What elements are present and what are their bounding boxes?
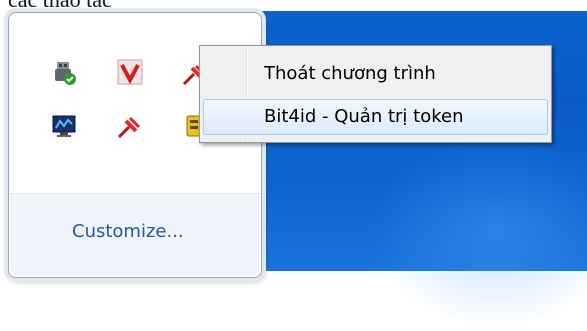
menu-item-exit-program[interactable]: Thoát chương trình (203, 56, 548, 92)
network-monitor-icon[interactable] (50, 112, 78, 140)
customize-link[interactable]: Customize... (72, 221, 184, 242)
red-pin-icon[interactable] (116, 112, 144, 140)
flyout-footer: Customize... (10, 193, 260, 276)
tray-context-menu: Thoát chương trình Bit4id - Quản trị tok… (199, 45, 552, 143)
menu-item-bit4id-token-admin[interactable]: Bit4id - Quản trị token (203, 99, 548, 135)
viettel-v-icon[interactable] (116, 58, 144, 86)
usb-safely-remove-icon[interactable] (50, 59, 78, 87)
